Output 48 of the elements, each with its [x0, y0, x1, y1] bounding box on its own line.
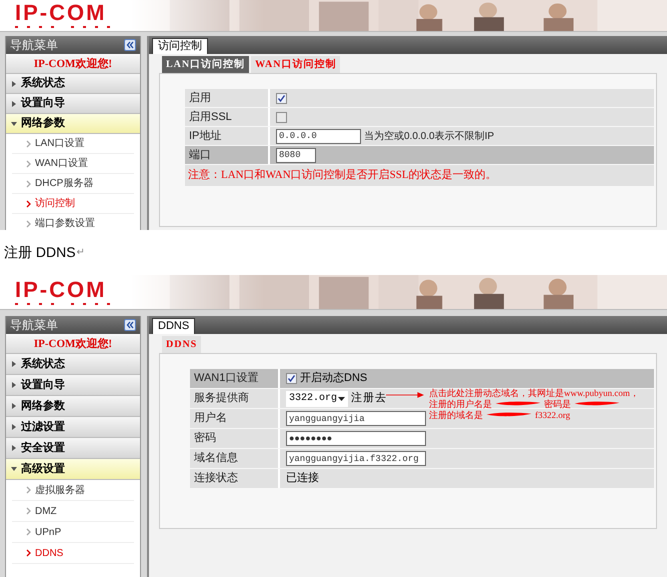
menu-item[interactable]: 网络参数 [6, 114, 140, 134]
annotation-text: 注册的用户名是 [429, 398, 492, 408]
menu-item[interactable]: 过滤设置 [6, 417, 140, 438]
sidebar-title: 导航菜单 [10, 37, 58, 54]
status-text: 已连接 [286, 470, 319, 486]
submenu-item[interactable]: 访问控制 [12, 194, 134, 214]
warning-note: 注意：LAN口和WAN口访问控制是否开启SSL的状态是一致的。 [187, 168, 498, 183]
input-field[interactable]: yangguangyijia.f3322.org [286, 451, 426, 466]
field-label: 连接状态 [190, 469, 280, 488]
submenu-item[interactable]: 虚拟服务器 [12, 480, 134, 501]
menu-item[interactable]: 网络参数 [6, 396, 140, 417]
annotation-text: 注册的域名是 [429, 410, 483, 420]
submenu-item[interactable]: LAN口设置 [12, 134, 134, 154]
paragraph-mark: ↵ [76, 246, 85, 260]
menu-item[interactable]: 安全设置 [6, 438, 140, 459]
annotation-text: f3322.org [535, 410, 570, 420]
menu-item[interactable]: 设置向导 [6, 94, 140, 114]
submenu-item[interactable]: DHCP服务器 [12, 174, 134, 194]
input-field[interactable]: ●●●●●●●● [286, 431, 426, 446]
register-link[interactable]: 注册去 [351, 390, 387, 407]
tab[interactable]: 访问控制 [152, 38, 208, 54]
subtab[interactable]: LAN口访问控制 [162, 56, 250, 73]
submenu-item[interactable]: DMZ [12, 501, 134, 522]
checkbox-label: 开启动态DNS [300, 370, 368, 386]
welcome-text: IP-COM欢迎您! [34, 56, 112, 72]
menu-item[interactable]: 设置向导 [6, 375, 140, 396]
sidebar-title: 导航菜单 [10, 317, 58, 334]
subtab[interactable]: WAN口访问控制 [251, 56, 340, 73]
input-field[interactable]: 0.0.0.0 [276, 128, 361, 144]
logo: IP-COM [15, 2, 106, 24]
submenu-item[interactable]: WAN口设置 [12, 154, 134, 174]
caption-text: 注册 DDNS [4, 243, 76, 262]
subtab[interactable]: DDNS [162, 336, 202, 353]
menu-item[interactable]: 系统状态 [6, 354, 140, 375]
menu-item[interactable]: 高级设置 [6, 459, 140, 480]
welcome-text: IP-COM欢迎您! [34, 336, 112, 352]
submenu-item[interactable]: DDNS [12, 543, 134, 564]
annotation-text: 点击此处注册动态域名，其网址是www.pubyun.com， [429, 388, 639, 398]
menu-item[interactable]: 系统状态 [6, 74, 140, 94]
annotation-text: 密码是 [544, 398, 571, 408]
provider-dropdown[interactable]: 3322.org [286, 390, 348, 406]
submenu-item[interactable]: UPnP [12, 522, 134, 543]
tab[interactable]: DDNS [152, 318, 196, 334]
field-hint: 当为空或0.0.0.0表示不限制IP [364, 130, 494, 144]
input-field[interactable]: yangguangyijia [286, 411, 426, 426]
submenu-item[interactable]: 端口参数设置 [12, 214, 134, 230]
input-field[interactable]: 8080 [276, 148, 316, 162]
logo: IP-COM [15, 278, 106, 300]
